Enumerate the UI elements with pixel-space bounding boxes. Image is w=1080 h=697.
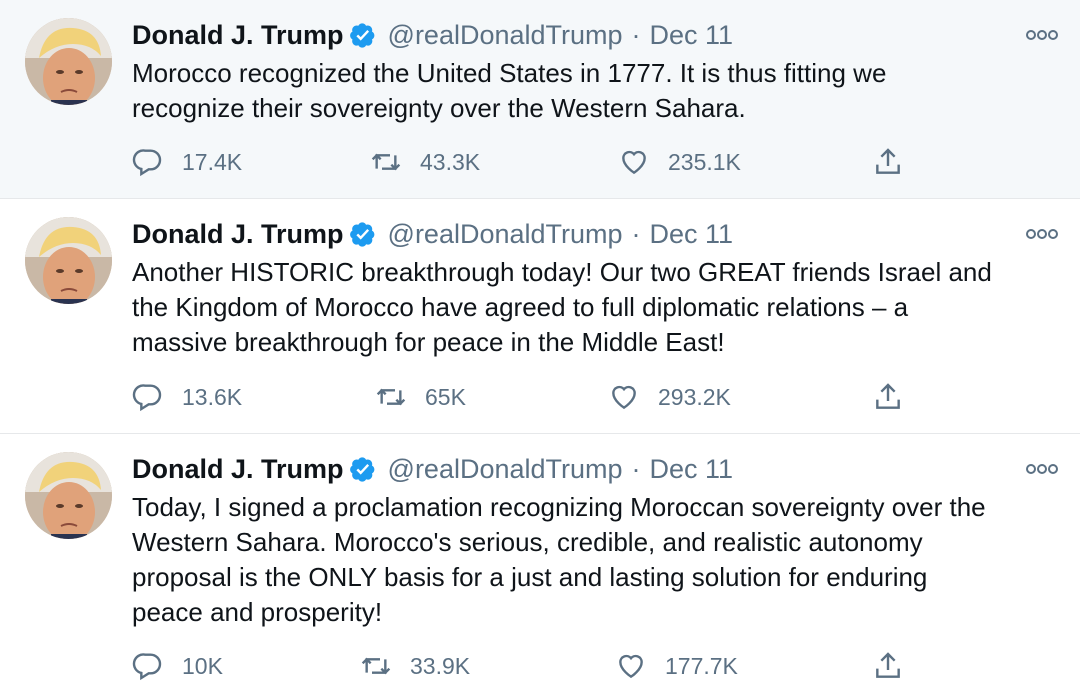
share-icon <box>876 148 900 174</box>
tweet-text: Today, I signed a proclamation recognizi… <box>132 492 986 627</box>
like-button[interactable]: 177.7K <box>615 648 738 684</box>
more-options-icon[interactable] <box>1026 227 1058 241</box>
retweet-icon <box>376 388 406 406</box>
verified-badge-icon <box>349 457 374 482</box>
tweet[interactable]: Donald J. Trump @realDonaldTrump · Dec 1… <box>0 434 1080 697</box>
separator-dot: · <box>631 19 641 50</box>
tweet-actions: 10K 33.9K 177.7K <box>132 648 932 684</box>
more-options-icon[interactable] <box>1026 28 1058 42</box>
like-button[interactable]: 293.2K <box>608 379 731 415</box>
avatar[interactable] <box>25 452 112 539</box>
avatar[interactable] <box>25 217 112 304</box>
verified-badge-icon <box>349 23 374 48</box>
tweet-feed: Donald J. Trump @realDonaldTrump · Dec 1… <box>0 0 1080 697</box>
like-count: 177.7K <box>665 652 738 679</box>
retweet-button[interactable]: 43.3K <box>370 144 480 180</box>
heart-icon <box>619 654 643 679</box>
verified-badge-icon <box>349 222 374 247</box>
like-count: 293.2K <box>658 383 731 410</box>
tweet-header: Donald J. Trump @realDonaldTrump · Dec 1… <box>132 451 733 487</box>
retweet-count: 65K <box>425 383 466 410</box>
tweet-text: Morocco recognized the United States in … <box>132 58 887 123</box>
share-button[interactable] <box>872 379 922 415</box>
retweet-icon <box>361 657 391 675</box>
share-icon <box>876 383 900 409</box>
retweet-count: 43.3K <box>420 148 481 175</box>
author-name[interactable]: Donald J. Trump <box>132 454 344 485</box>
tweet-text: Another HISTORIC breakthrough today! Our… <box>132 257 992 357</box>
reply-count: 17.4K <box>182 148 243 175</box>
reply-button[interactable]: 17.4K <box>132 144 242 180</box>
reply-icon <box>132 384 162 412</box>
tweet[interactable]: Donald J. Trump @realDonaldTrump · Dec 1… <box>0 0 1080 199</box>
tweet-date[interactable]: Dec 11 <box>650 454 734 485</box>
reply-count: 13.6K <box>182 383 243 410</box>
share-button[interactable] <box>872 144 922 180</box>
heart-icon <box>612 385 636 410</box>
retweet-count: 33.9K <box>410 652 471 679</box>
retweet-button[interactable]: 33.9K <box>360 648 470 684</box>
reply-button[interactable]: 13.6K <box>132 379 242 415</box>
tweet-date[interactable]: Dec 11 <box>650 20 734 51</box>
avatar-image <box>25 452 112 539</box>
author-name[interactable]: Donald J. Trump <box>132 20 344 51</box>
like-button[interactable]: 235.1K <box>618 144 741 180</box>
separator-dot: · <box>631 453 641 484</box>
tweet-actions: 13.6K 65K 293.2K <box>132 379 932 415</box>
author-handle[interactable]: @realDonaldTrump <box>388 219 623 250</box>
reply-icon <box>132 653 162 681</box>
tweet-header: Donald J. Trump @realDonaldTrump · Dec 1… <box>132 216 733 252</box>
retweet-icon <box>371 153 401 171</box>
like-count: 235.1K <box>668 148 741 175</box>
more-options-icon[interactable] <box>1026 462 1058 476</box>
author-name[interactable]: Donald J. Trump <box>132 219 344 250</box>
author-handle[interactable]: @realDonaldTrump <box>388 20 623 51</box>
tweet-date[interactable]: Dec 11 <box>650 219 734 250</box>
avatar-image <box>25 217 112 304</box>
reply-button[interactable]: 10K <box>132 648 223 684</box>
tweet[interactable]: Donald J. Trump @realDonaldTrump · Dec 1… <box>0 199 1080 434</box>
share-button[interactable] <box>872 648 922 684</box>
heart-icon <box>622 150 646 175</box>
reply-icon <box>132 149 162 177</box>
avatar[interactable] <box>25 18 112 105</box>
author-handle[interactable]: @realDonaldTrump <box>388 454 623 485</box>
share-icon <box>876 652 900 678</box>
avatar-image <box>25 18 112 105</box>
reply-count: 10K <box>182 652 223 679</box>
tweet-header: Donald J. Trump @realDonaldTrump · Dec 1… <box>132 17 733 53</box>
retweet-button[interactable]: 65K <box>375 379 466 415</box>
separator-dot: · <box>631 218 641 249</box>
tweet-actions: 17.4K 43.3K 235.1K <box>132 144 932 180</box>
